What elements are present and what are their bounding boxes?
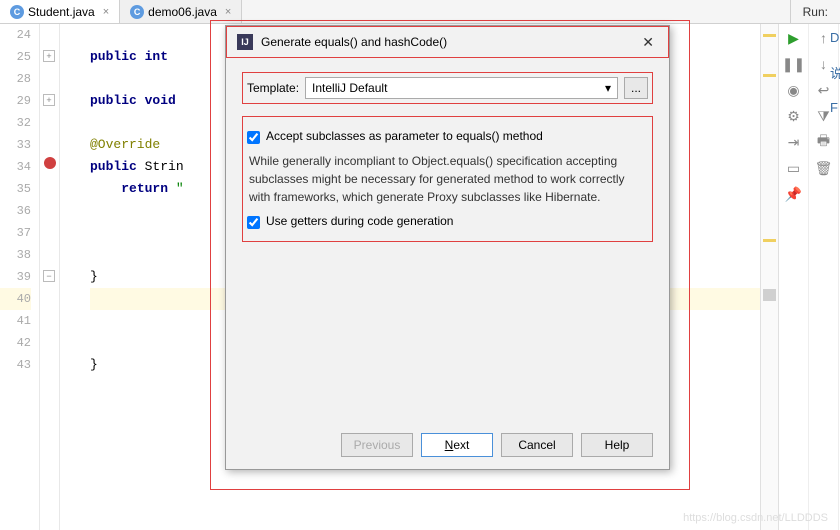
pin-icon[interactable]: 📌 [786, 186, 802, 202]
cancel-button[interactable]: Cancel [501, 433, 573, 457]
run-panel-label: Run: [790, 0, 840, 23]
template-label: Template: [247, 81, 299, 95]
template-browse-button[interactable]: ... [624, 77, 648, 99]
exit-icon[interactable]: ⇥ [786, 134, 802, 150]
template-dropdown[interactable]: IntelliJ Default ▾ [305, 77, 618, 99]
tab-label: Student.java [28, 5, 95, 19]
next-button[interactable]: Next [421, 433, 493, 457]
breakpoint-icon[interactable] [44, 157, 56, 169]
dialog-titlebar[interactable]: IJ Generate equals() and hashCode() ✕ [226, 26, 669, 58]
fold-expand-icon[interactable]: + [43, 94, 55, 106]
camera-icon[interactable]: ◉ [786, 82, 802, 98]
fold-collapse-icon[interactable]: − [43, 270, 55, 282]
previous-button: Previous [341, 433, 413, 457]
line-number-gutter: 24 25 28 29 32 33 34 35 36 37 38 39 40 4… [0, 24, 40, 530]
right-toolbar: ▶ ❚❚ ◉ ⚙ ⇥ ▭ 📌 ↑ ↓ ↩ ⧩ 🖶 🗑 [760, 24, 840, 530]
java-class-icon: C [130, 5, 144, 19]
tab-student[interactable]: C Student.java × [0, 0, 120, 23]
intellij-icon: IJ [237, 34, 253, 50]
editor-tabs: C Student.java × C demo06.java × [0, 0, 790, 23]
tool-window-tab[interactable]: F [830, 100, 840, 115]
generate-equals-dialog: IJ Generate equals() and hashCode() ✕ Te… [225, 25, 670, 470]
trash-icon[interactable]: 🗑 [816, 160, 832, 176]
top-bar: C Student.java × C demo06.java × Run: [0, 0, 840, 24]
watermark: https://blog.csdn.net/LLDDDS [683, 512, 828, 524]
use-getters-checkbox[interactable]: Use getters during code generation [247, 214, 648, 229]
description-text: While generally incompliant to Object.eq… [249, 152, 648, 206]
tool-window-tab[interactable]: 说 [830, 63, 840, 82]
fold-expand-icon[interactable]: + [43, 50, 55, 62]
run-icon[interactable]: ▶ [786, 30, 802, 46]
tool-column-1: ▶ ❚❚ ◉ ⚙ ⇥ ▭ 📌 [779, 24, 809, 530]
tab-demo06[interactable]: C demo06.java × [120, 0, 242, 23]
pause-icon[interactable]: ❚❚ [786, 56, 802, 72]
tool-window-tab[interactable]: D [830, 30, 840, 45]
dialog-title: Generate equals() and hashCode() [261, 35, 447, 49]
dialog-body: Template: IntelliJ Default ▾ ... Accept … [226, 58, 669, 421]
print-icon[interactable]: 🖶 [816, 134, 832, 150]
help-button[interactable]: Help [581, 433, 653, 457]
java-class-icon: C [10, 5, 24, 19]
scrollbar-minimap[interactable] [761, 24, 779, 530]
collapsed-tool-windows: D 说 F [830, 30, 840, 115]
dialog-button-row: Previous Next Cancel Help [226, 421, 669, 469]
close-icon[interactable]: × [103, 6, 109, 18]
layout-icon[interactable]: ▭ [786, 160, 802, 176]
accept-subclasses-checkbox[interactable]: Accept subclasses as parameter to equals… [247, 129, 648, 144]
fold-gutter: + + − [40, 24, 60, 530]
settings-icon[interactable]: ⚙ [786, 108, 802, 124]
close-icon[interactable]: × [225, 6, 231, 18]
tab-label: demo06.java [148, 5, 217, 19]
close-icon[interactable]: ✕ [638, 34, 658, 51]
chevron-down-icon: ▾ [605, 81, 611, 95]
